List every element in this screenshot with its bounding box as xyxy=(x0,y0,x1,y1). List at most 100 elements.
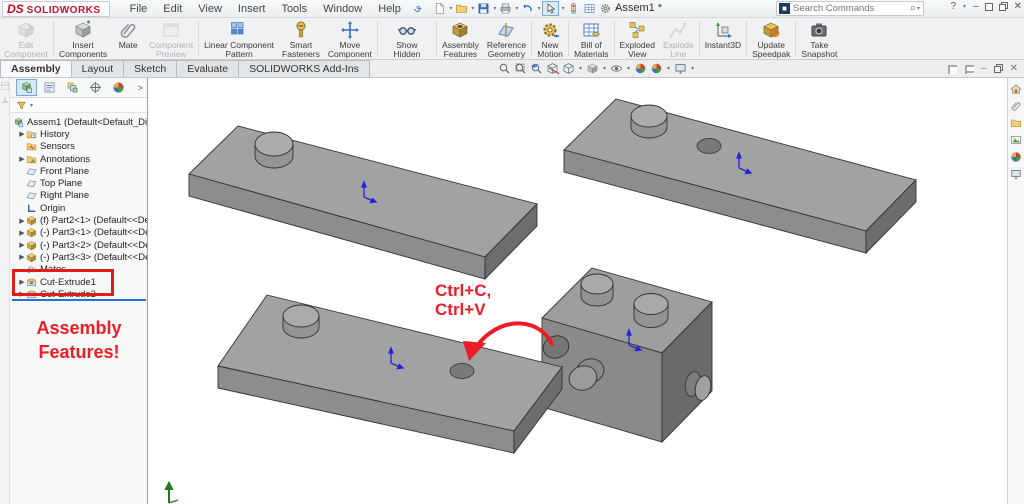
tree-item-part3-3[interactable]: ▶ (-) Part3<3> (Default<<Default>_Disp xyxy=(10,251,147,263)
part-plate-top-right[interactable] xyxy=(564,99,916,253)
menu-window[interactable]: Window xyxy=(315,2,370,16)
expand-arrow-icon[interactable]: ▶ xyxy=(18,217,26,225)
tree-item-part2-1[interactable]: ▶ (f) Part2<1> (Default<<Default>_Disp xyxy=(10,214,147,226)
rebuild-button[interactable] xyxy=(566,2,581,15)
zoom-to-fit-icon[interactable] xyxy=(498,62,511,75)
maximize-button[interactable] xyxy=(985,3,993,11)
instant3d-button[interactable]: Instant3D xyxy=(701,18,745,59)
help-resources-icon[interactable] xyxy=(1010,100,1022,112)
tree-item-history[interactable]: ▶ History xyxy=(10,128,147,140)
panel-tabs-overflow[interactable]: > xyxy=(138,83,143,93)
help-button[interactable]: ? xyxy=(950,1,956,12)
tree-item-top-plane[interactable]: Top Plane xyxy=(10,177,147,189)
file-properties-button[interactable] xyxy=(582,2,597,15)
save-button[interactable] xyxy=(476,2,491,15)
tree-item-annotations[interactable]: ▶ Annotations xyxy=(10,153,147,165)
undo-button[interactable] xyxy=(520,2,535,15)
new-window-icon[interactable] xyxy=(947,64,957,74)
previous-view-icon[interactable] xyxy=(530,62,543,75)
tree-item-right-plane[interactable]: Right Plane xyxy=(10,190,147,202)
displaymanager-tab[interactable] xyxy=(108,79,129,96)
featuremanager-tab[interactable] xyxy=(16,79,37,96)
custom-properties-icon[interactable] xyxy=(1010,168,1022,180)
minimize-button[interactable]: – xyxy=(973,1,979,12)
tree-item-assembly[interactable]: Assem1 (Default<Default_Display State-1 xyxy=(10,116,147,128)
search-scope-icon[interactable]: ■ xyxy=(779,3,790,14)
pushpin-icon[interactable]: ϧ xyxy=(412,2,424,15)
design-library-icon[interactable] xyxy=(1010,117,1022,129)
expand-arrow-icon[interactable]: ▶ xyxy=(18,253,26,261)
menu-view[interactable]: View xyxy=(190,2,230,16)
new-motion-study-button[interactable]: New Motion Study xyxy=(533,18,567,59)
dimxpertmanager-tab[interactable] xyxy=(85,79,106,96)
menu-edit[interactable]: Edit xyxy=(155,2,190,16)
tree-item-front-plane[interactable]: Front Plane xyxy=(10,165,147,177)
view-settings-icon[interactable] xyxy=(674,62,687,75)
propertymanager-tab[interactable] xyxy=(39,79,60,96)
appearances-icon[interactable] xyxy=(1010,151,1022,163)
expand-arrow-icon[interactable]: ▶ xyxy=(18,241,26,249)
component-preview-window-button[interactable]: Component Preview Window xyxy=(145,18,197,59)
collapsed-pane-icon[interactable] xyxy=(1,96,9,104)
take-snapshot-button[interactable]: Take Snapshot xyxy=(797,18,841,59)
graphics-area[interactable]: Ctrl+C, Ctrl+V xyxy=(148,78,1007,504)
select-tool-button[interactable] xyxy=(542,1,559,16)
search-input[interactable] xyxy=(793,3,910,14)
exploded-view-button[interactable]: Exploded View xyxy=(616,18,659,59)
mate-button[interactable]: Mate xyxy=(111,18,145,59)
hide-show-items-icon[interactable] xyxy=(610,62,623,75)
tree-item-sensors[interactable]: Sensors xyxy=(10,141,147,153)
home-icon[interactable] xyxy=(1010,83,1022,95)
assembly-features-button[interactable]: Assembly Features ▾ xyxy=(438,18,483,59)
edit-appearance-icon[interactable] xyxy=(634,62,647,75)
part-block[interactable] xyxy=(540,268,713,442)
tree-item-part3-2[interactable]: ▶ (-) Part3<2> (Default<<Default>_Disp xyxy=(10,239,147,251)
menu-insert[interactable]: Insert xyxy=(230,2,274,16)
open-button[interactable] xyxy=(454,2,469,15)
collapsed-pane-icon[interactable] xyxy=(1,82,9,90)
menu-tools[interactable]: Tools xyxy=(273,2,315,16)
show-hidden-components-button[interactable]: Show Hidden Components xyxy=(379,18,435,59)
file-explorer-icon[interactable] xyxy=(1010,134,1022,146)
tab-layout[interactable]: Layout xyxy=(71,60,125,77)
search-icon[interactable]: ⌕ xyxy=(910,2,916,15)
view-orientation-icon[interactable] xyxy=(562,62,575,75)
explode-line-sketch-button[interactable]: Explode Line Sketch xyxy=(659,18,698,59)
tab-evaluate[interactable]: Evaluate xyxy=(176,60,239,77)
tab-assembly[interactable]: Assembly xyxy=(0,60,72,77)
edit-component-button[interactable]: Edit Component xyxy=(0,18,52,59)
configurationmanager-tab[interactable] xyxy=(62,79,83,96)
section-view-icon[interactable] xyxy=(546,62,559,75)
options-button[interactable] xyxy=(598,2,613,15)
menu-help[interactable]: Help xyxy=(370,2,409,16)
expand-arrow-icon[interactable]: ▶ xyxy=(18,155,26,163)
expand-arrow-icon[interactable]: ▶ xyxy=(18,130,26,138)
doc-minimize-button[interactable]: – xyxy=(981,63,987,74)
tile-window-icon[interactable] xyxy=(964,64,974,74)
part-plate-top-left[interactable] xyxy=(189,126,537,279)
display-style-icon[interactable] xyxy=(586,62,599,75)
doc-restore-button[interactable] xyxy=(994,64,1003,73)
filter-funnel-icon[interactable] xyxy=(16,100,27,111)
linear-component-pattern-button[interactable]: Linear Component Pattern ▾ xyxy=(200,18,278,59)
zoom-to-area-icon[interactable] xyxy=(514,62,527,75)
tab-solidworks-add-ins[interactable]: SOLIDWORKS Add-Ins xyxy=(238,60,370,77)
update-speedpak-button[interactable]: Update Speedpak xyxy=(748,18,794,59)
part-plate-bottom-left[interactable] xyxy=(218,295,562,453)
new-document-button[interactable] xyxy=(432,2,447,15)
print-button[interactable] xyxy=(498,2,513,15)
insert-components-button[interactable]: Insert Components ▾ xyxy=(55,18,111,59)
doc-close-button[interactable]: ✕ xyxy=(1010,63,1018,74)
expand-arrow-icon[interactable]: ▶ xyxy=(18,229,26,237)
close-button[interactable]: ✕ xyxy=(1014,1,1022,12)
reference-geometry-button[interactable]: Reference Geometry ▾ xyxy=(483,18,530,59)
bill-of-materials-button[interactable]: Bill of Materials xyxy=(570,18,612,59)
restore-button[interactable] xyxy=(999,2,1008,11)
search-commands-box[interactable]: ■ ⌕ ▾ xyxy=(776,1,924,16)
apply-scene-icon[interactable] xyxy=(650,62,663,75)
tree-item-origin[interactable]: Origin xyxy=(10,202,147,214)
rollback-bar[interactable] xyxy=(12,299,146,301)
menu-file[interactable]: File xyxy=(122,2,156,16)
move-component-button[interactable]: Move Component ▾ xyxy=(324,18,376,59)
tree-item-part3-1[interactable]: ▶ (-) Part3<1> (Default<<Default>_Disp xyxy=(10,227,147,239)
